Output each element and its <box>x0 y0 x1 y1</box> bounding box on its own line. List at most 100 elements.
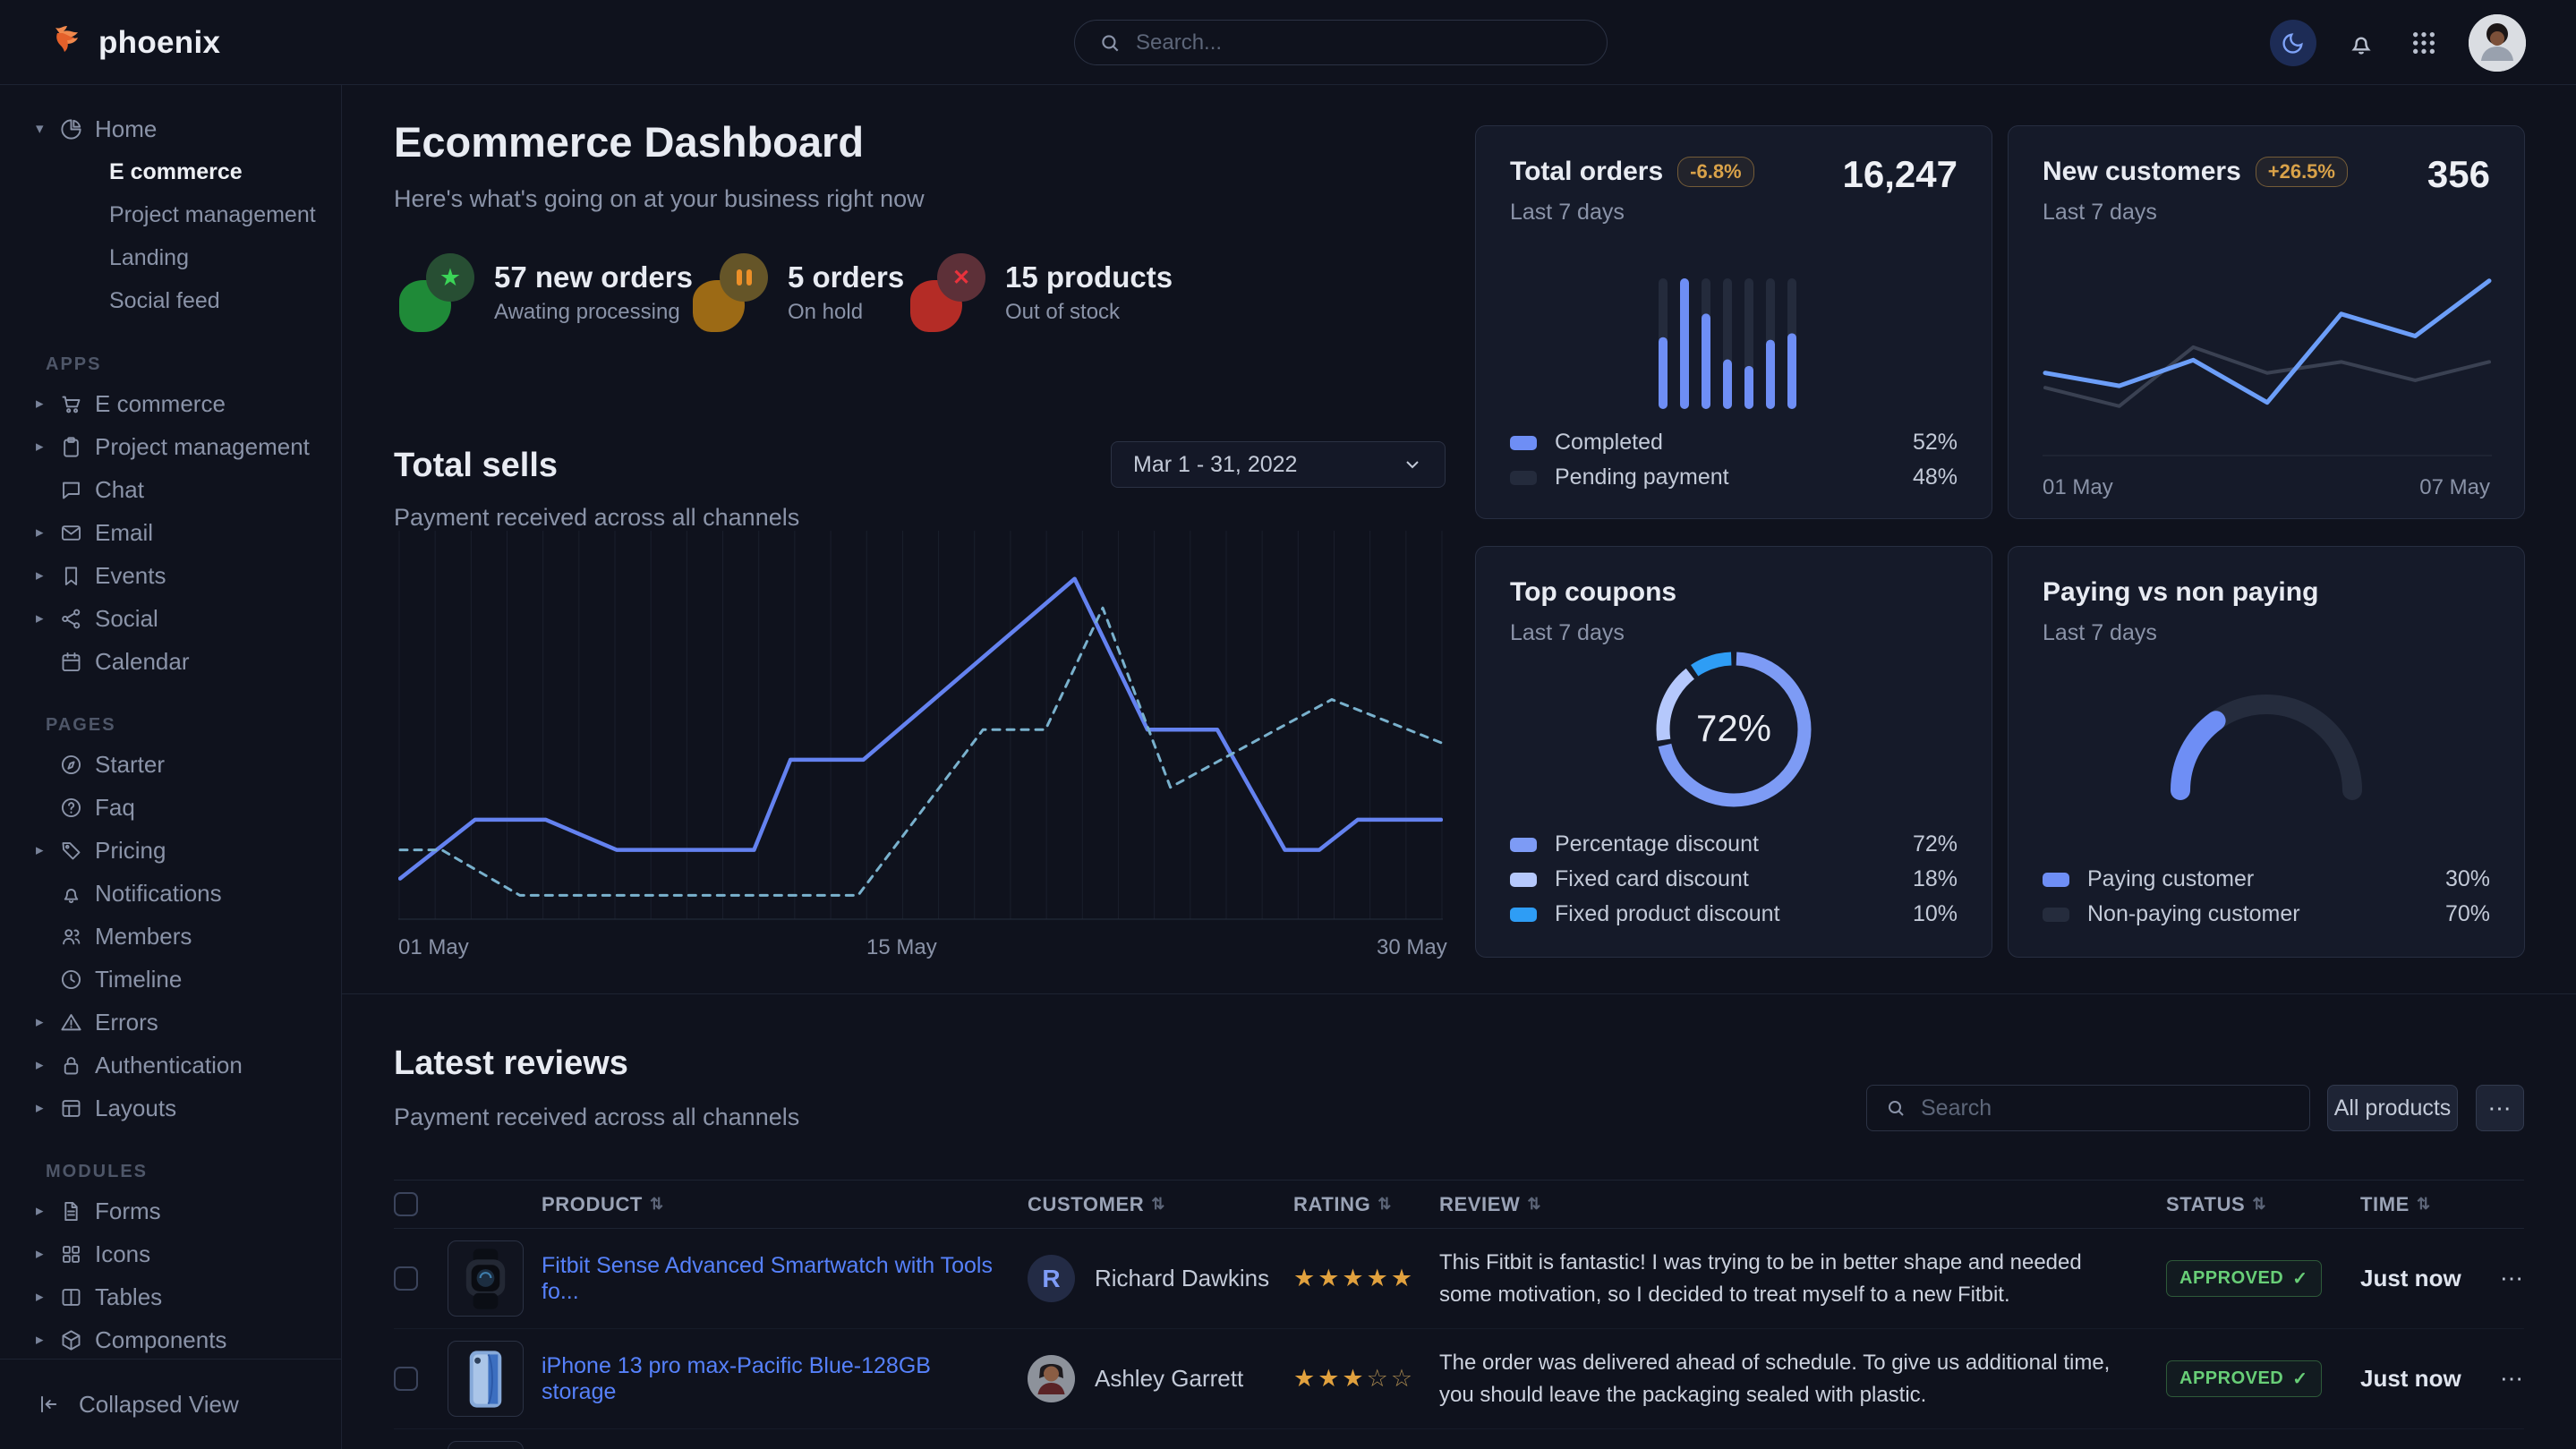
sidebar-item-members[interactable]: Members <box>0 915 341 958</box>
legend-swatch <box>1510 436 1537 450</box>
sidebar-item-starter[interactable]: Starter <box>0 743 341 786</box>
caret-right-icon: ▸ <box>36 524 59 541</box>
caret-right-icon: ▸ <box>36 841 59 859</box>
sidebar-collapse-toggle[interactable]: Collapsed View <box>0 1359 341 1449</box>
sort-icon: ⇅ <box>1378 1195 1392 1214</box>
date-range-select[interactable]: Mar 1 - 31, 2022 <box>1111 441 1446 488</box>
phoenix-flame-icon <box>47 21 86 64</box>
sidebar-subitem-project-management[interactable]: Project management <box>0 193 341 236</box>
card-paying: Paying vs non paying Last 7 days Paying … <box>2008 546 2525 958</box>
caret-right-icon: ▸ <box>36 438 59 456</box>
rating-stars: ★★★★★ <box>1293 1265 1439 1292</box>
sidebar-item-icons[interactable]: ▸Icons <box>0 1232 341 1275</box>
sidebar-item-calendar[interactable]: Calendar <box>0 640 341 683</box>
sidebar-item-label: Pricing <box>95 837 166 865</box>
card-value: 356 <box>2427 153 2490 196</box>
apps-menu-button[interactable] <box>2406 25 2442 61</box>
sidebar-item-home[interactable]: ▾Home <box>0 107 341 150</box>
sidebar-item-layouts[interactable]: ▸Layouts <box>0 1087 341 1129</box>
col-header-time[interactable]: TIME⇅ <box>2360 1193 2468 1216</box>
sidebar-item-label: Project management <box>95 433 310 461</box>
sidebar-item-forms[interactable]: ▸Forms <box>0 1189 341 1232</box>
sidebar-item-authentication[interactable]: ▸Authentication <box>0 1044 341 1087</box>
sidebar-item-project-management[interactable]: ▸ Project management <box>0 425 341 468</box>
search-placeholder: Search... <box>1136 30 1222 55</box>
product-thumbnail[interactable] <box>448 1341 524 1417</box>
legend-label: Completed <box>1555 430 1663 456</box>
product-link[interactable]: Fitbit Sense Advanced Smartwatch with To… <box>542 1253 1028 1305</box>
product-link[interactable]: iPhone 13 pro max-Pacific Blue-128GB sto… <box>542 1353 1028 1405</box>
dark-mode-toggle[interactable] <box>2270 20 2316 66</box>
card-period: Last 7 days <box>1510 620 1625 646</box>
pie-icon <box>59 117 83 141</box>
stat-value: 57 new orders <box>494 260 693 294</box>
caret-right-icon: ▸ <box>36 1245 59 1263</box>
row-more-button[interactable]: ⋯ <box>2468 1265 2524 1292</box>
stat-green: ★57 new ordersAwating processing <box>399 253 693 332</box>
sidebar-item-label: Faq <box>95 794 135 822</box>
row-more-button[interactable]: ⋯ <box>2468 1365 2524 1393</box>
user-avatar[interactable] <box>2469 14 2526 72</box>
sidebar-item-faq[interactable]: Faq <box>0 786 341 829</box>
caret-right-icon: ▸ <box>36 1013 59 1031</box>
reviews-search-input[interactable]: Search <box>1866 1085 2310 1131</box>
customer-name: Richard Dawkins <box>1095 1265 1269 1292</box>
sidebar-item-email[interactable]: ▸Email <box>0 511 341 554</box>
sidebar-item-tables[interactable]: ▸Tables <box>0 1275 341 1318</box>
sidebar-item-errors[interactable]: ▸ Errors <box>0 1001 341 1044</box>
check-icon: ✓ <box>2292 1267 2307 1290</box>
legend-label: Paying customer <box>2087 866 2254 892</box>
product-thumbnail[interactable] <box>448 1441 524 1449</box>
notifications-button[interactable] <box>2343 25 2379 61</box>
check-icon: ✓ <box>2292 1368 2307 1390</box>
col-header-rating[interactable]: RATING⇅ <box>1293 1193 1439 1216</box>
sidebar: ▾HomeE commerceProject managementLanding… <box>0 85 342 1449</box>
caret-right-icon: ▸ <box>36 567 59 584</box>
grid4-icon <box>59 1242 83 1266</box>
caret-right-icon: ▸ <box>36 609 59 627</box>
bookmark-icon <box>59 564 83 588</box>
customer-avatar <box>1028 1355 1075 1402</box>
select-all-checkbox[interactable] <box>394 1192 418 1216</box>
search-icon <box>1885 1097 1906 1119</box>
sidebar-item-social[interactable]: ▸ Social <box>0 597 341 640</box>
legend-value: 48% <box>1913 465 1958 490</box>
row-checkbox[interactable] <box>394 1367 418 1391</box>
sidebar-item-timeline[interactable]: Timeline <box>0 958 341 1001</box>
brand-logo[interactable]: phoenix <box>47 0 220 85</box>
sidebar-item-e-commerce[interactable]: ▸E commerce <box>0 382 341 425</box>
col-header-review[interactable]: REVIEW⇅ <box>1439 1193 2166 1216</box>
col-header-customer[interactable]: CUSTOMER⇅ <box>1028 1193 1293 1216</box>
sidebar-item-label: Social <box>95 605 158 633</box>
sidebar-item-label: Timeline <box>95 966 182 993</box>
caret-right-icon: ▸ <box>36 1099 59 1117</box>
sidebar-item-chat[interactable]: Chat <box>0 468 341 511</box>
legend-item: Paying customer30% <box>2043 862 2490 897</box>
sidebar-item-pricing[interactable]: ▸ Pricing <box>0 829 341 872</box>
orders-legend: Completed52%Pending payment48% <box>1510 425 1958 495</box>
table-more-button[interactable]: ⋯ <box>2476 1085 2524 1131</box>
legend-item: Non-paying customer70% <box>2043 897 2490 932</box>
x-tick-end: 30 May <box>1377 935 1447 960</box>
all-products-button[interactable]: All products <box>2327 1085 2458 1131</box>
sidebar-item-events[interactable]: ▸Events <box>0 554 341 597</box>
stat-value: 5 orders <box>788 260 904 294</box>
stat-value: 15 products <box>1005 260 1173 294</box>
product-thumbnail[interactable] <box>448 1240 524 1317</box>
stat-orange: 5 ordersOn hold <box>693 253 904 332</box>
total-sells-subtitle: Payment received across all channels <box>394 504 799 532</box>
global-search-input[interactable]: Search... <box>1074 20 1608 65</box>
sidebar-subitem-social-feed[interactable]: Social feed <box>0 279 341 322</box>
sidebar-item-components[interactable]: ▸Components <box>0 1318 341 1361</box>
card-top-coupons: Top coupons Last 7 days 72% Percentage d… <box>1475 546 1992 958</box>
col-header-status[interactable]: STATUS⇅ <box>2166 1193 2360 1216</box>
col-header-product[interactable]: PRODUCT⇅ <box>542 1193 1028 1216</box>
sidebar-item-label: Errors <box>95 1009 158 1036</box>
row-checkbox[interactable] <box>394 1266 418 1291</box>
sidebar-subitem-landing[interactable]: Landing <box>0 236 341 279</box>
sidebar-subitem-e-commerce[interactable]: E commerce <box>0 150 341 193</box>
legend-value: 52% <box>1913 430 1958 456</box>
box-icon <box>59 1328 83 1352</box>
sidebar-section-label: APPS <box>0 354 341 375</box>
sidebar-item-notifications[interactable]: Notifications <box>0 872 341 915</box>
